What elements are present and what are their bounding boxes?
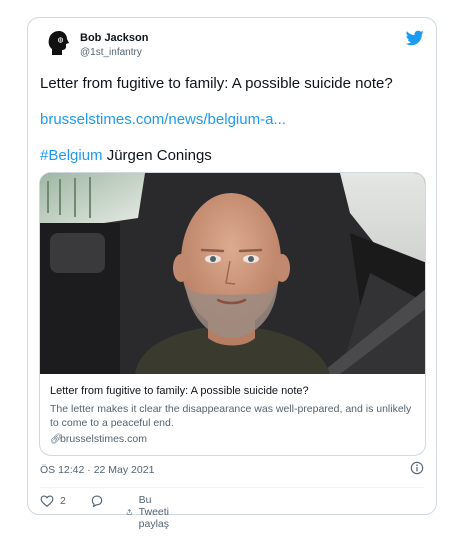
author-name[interactable]: Bob Jackson	[80, 32, 148, 44]
link-icon: 🔗︎	[50, 434, 63, 445]
share-label: Bu Tweeti paylaş	[138, 494, 170, 530]
preview-domain-text: brusselstimes.com	[60, 433, 147, 445]
link-preview-card[interactable]: Letter from fugitive to family: A possib…	[39, 172, 426, 456]
hashtag-link[interactable]: #Belgium	[40, 147, 103, 164]
tweet-link[interactable]: brusselstimes.com/news/belgium-a...	[40, 111, 286, 128]
reply-button[interactable]	[90, 494, 104, 508]
heart-icon	[40, 495, 54, 507]
tweet-hashtag-line: #Belgium Jürgen Conings	[40, 147, 212, 164]
reply-icon	[91, 495, 103, 508]
avatar-silhouette-icon	[42, 28, 72, 58]
tweet-timestamp[interactable]: ÖS 12:42 · 22 May 2021	[40, 464, 154, 476]
twitter-bird-icon[interactable]	[406, 30, 424, 46]
share-icon	[126, 509, 132, 515]
preview-domain: 🔗︎brusselstimes.com	[50, 433, 147, 445]
author-handle[interactable]: @1st_infantry	[80, 47, 142, 58]
preview-photo	[40, 173, 425, 374]
hashtag-line-text: Jürgen Conings	[102, 147, 212, 164]
like-count: 2	[60, 495, 66, 507]
embedded-tweet-card: Bob Jackson @1st_infantry Letter from fu…	[27, 17, 437, 530]
info-icon[interactable]	[410, 461, 424, 475]
like-button[interactable]: 2	[40, 494, 66, 508]
tweet-text: Letter from fugitive to family: A possib…	[40, 75, 393, 92]
share-button[interactable]: Bu Tweeti paylaş	[126, 494, 176, 530]
preview-description: The letter makes it clear the disappeara…	[50, 403, 412, 429]
divider	[40, 487, 424, 488]
preview-title: Letter from fugitive to family: A possib…	[50, 385, 309, 397]
avatar[interactable]	[42, 28, 72, 58]
